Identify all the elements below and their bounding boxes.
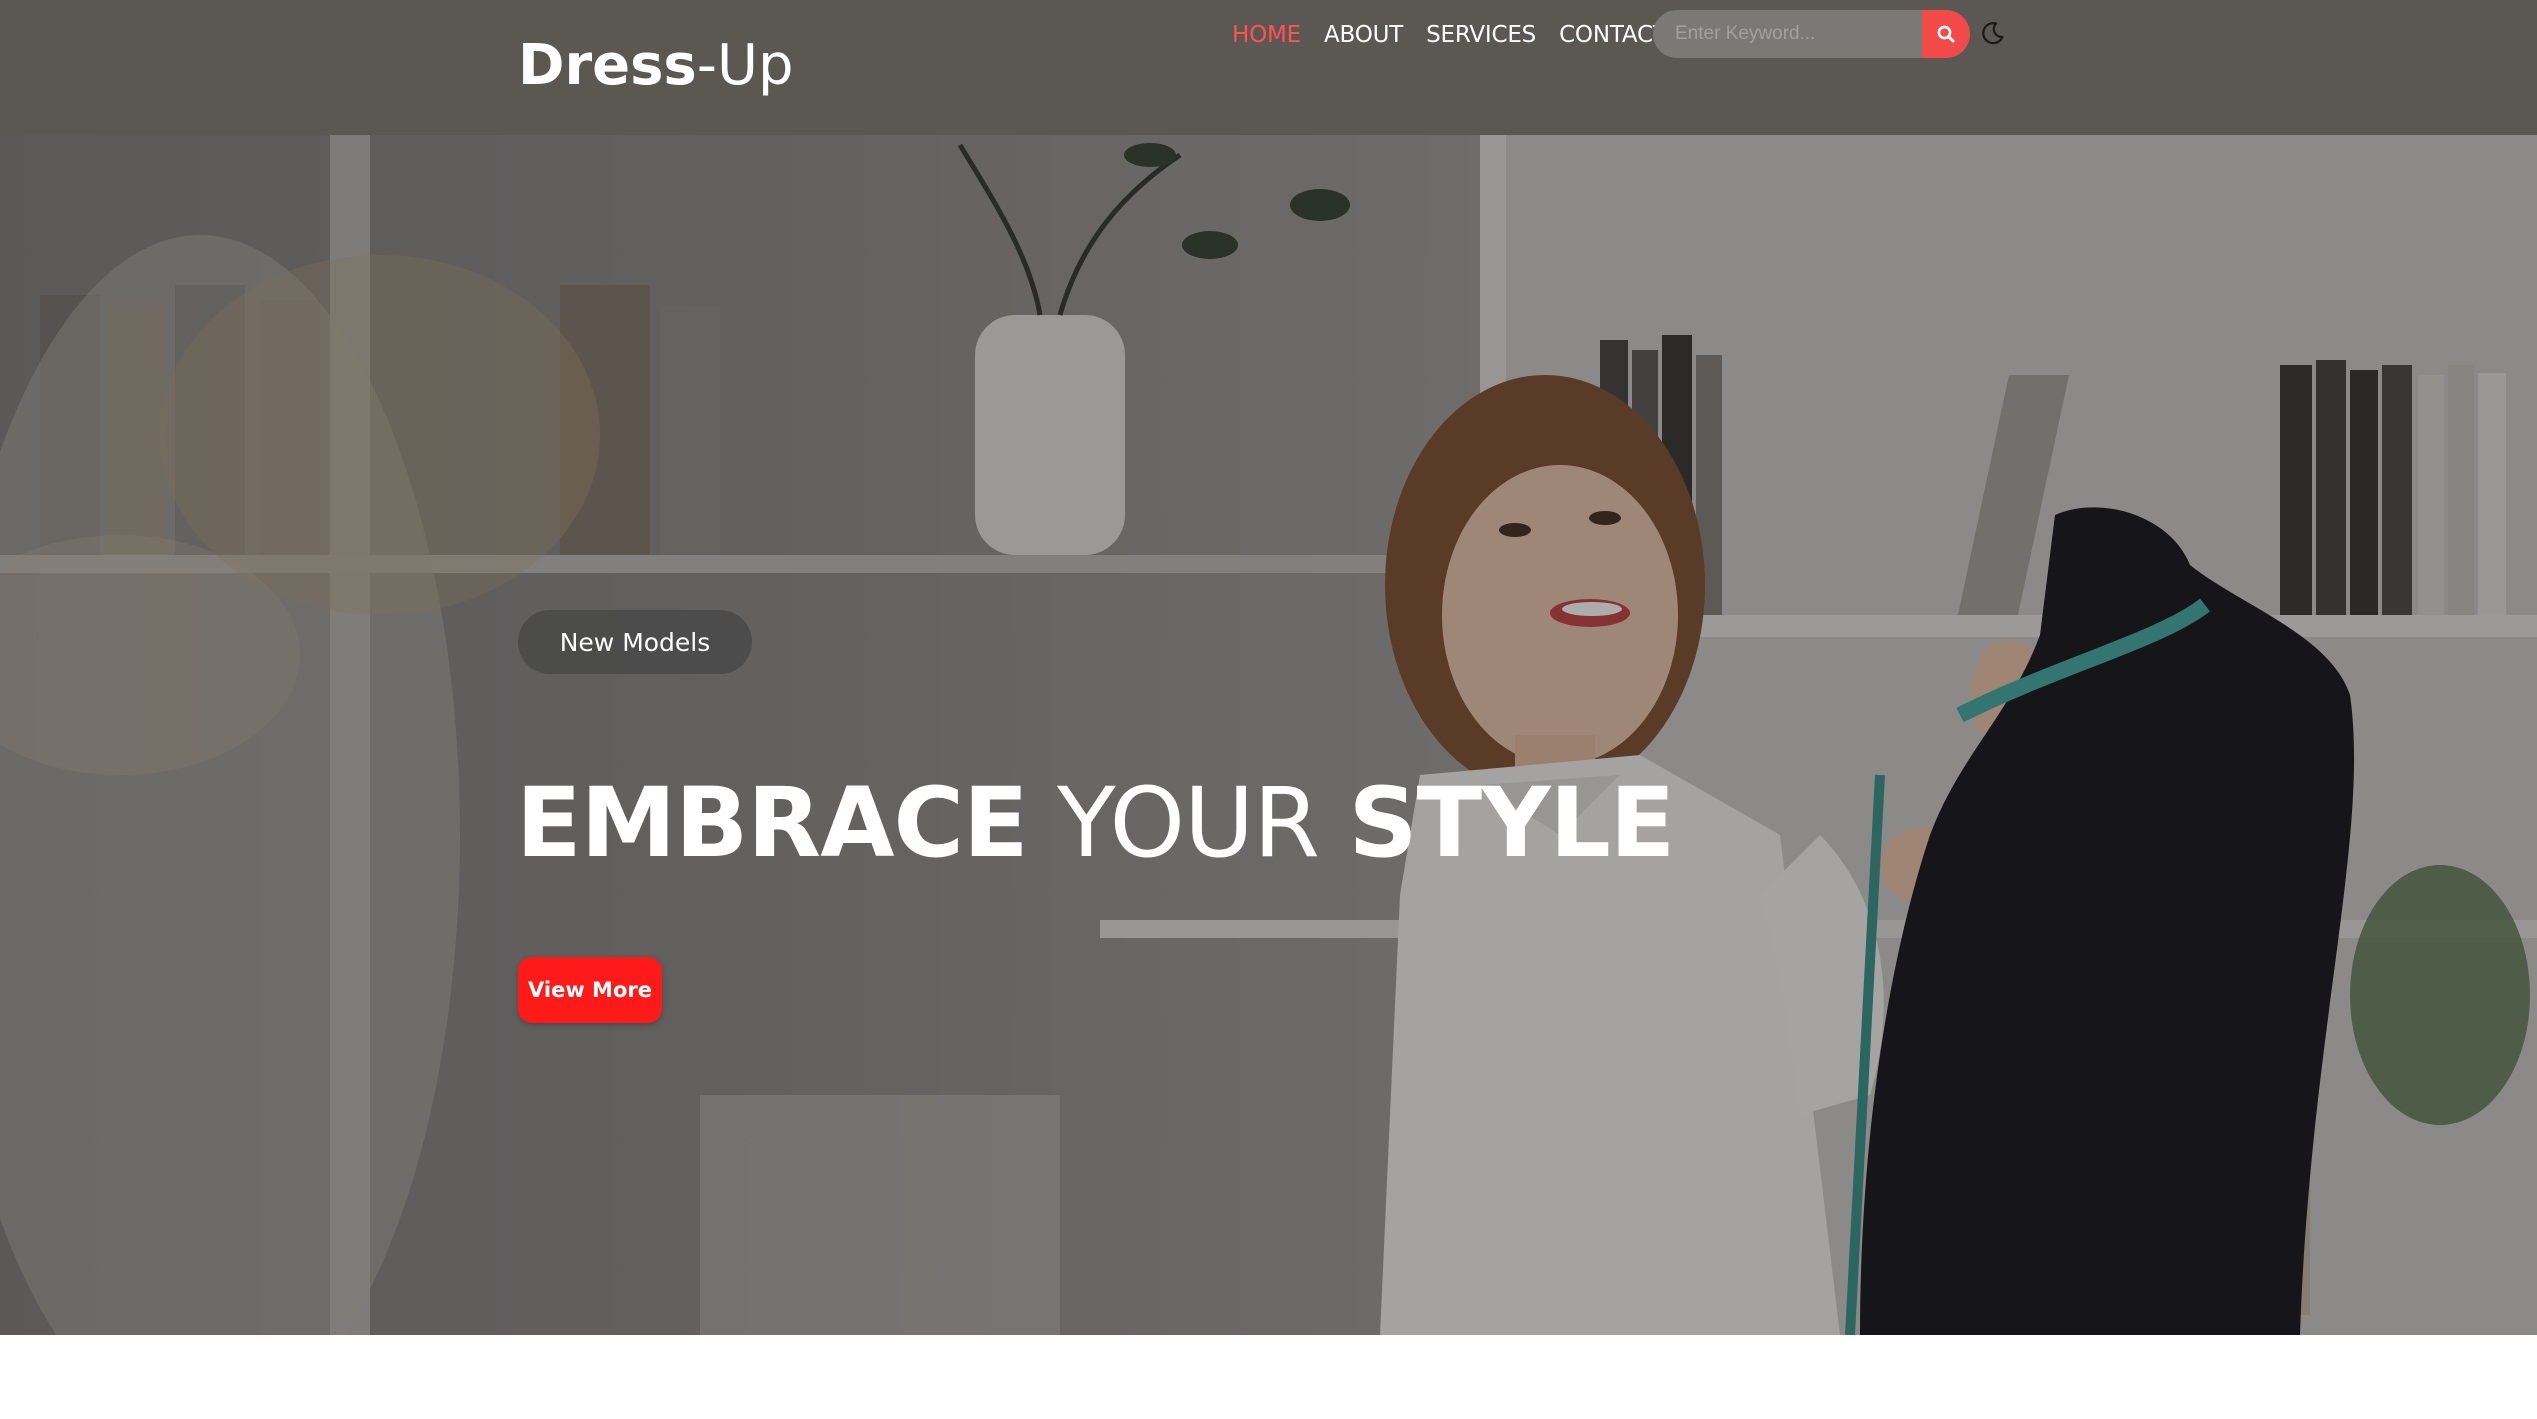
headline-word-style: STYLE (1348, 767, 1675, 879)
brand-name-bold: Dress (518, 33, 697, 98)
nav-home[interactable]: HOME (1232, 22, 1301, 48)
nav-contact[interactable]: CONTACT (1559, 22, 1667, 48)
search-icon (1937, 25, 1955, 43)
nav-about[interactable]: ABOUT (1324, 22, 1403, 48)
search-button[interactable] (1922, 10, 1970, 58)
headline-word-embrace: EMBRACE (516, 767, 1029, 879)
hero-overlay (0, 135, 2537, 1335)
hero-headline: EMBRACE YOUR STYLE (516, 763, 1675, 883)
search-box (1653, 10, 1970, 58)
search-input[interactable] (1653, 10, 1923, 58)
site-header: Dress-Up HOME ABOUT SERVICES CONTACT (0, 0, 2537, 135)
theme-toggle[interactable] (1980, 20, 2006, 46)
headline-word-your: YOUR (1027, 767, 1349, 879)
next-section (0, 1335, 2537, 1419)
nav-services[interactable]: SERVICES (1426, 22, 1536, 48)
main-nav: HOME ABOUT SERVICES CONTACT (1232, 18, 1690, 52)
hero-section: New Models EMBRACE YOUR STYLE View More (0, 135, 2537, 1335)
new-models-badge: New Models (518, 610, 752, 674)
moon-icon (1982, 22, 2004, 45)
view-more-button[interactable]: View More (518, 957, 662, 1023)
brand-logo[interactable]: Dress-Up (518, 30, 794, 102)
brand-name-light: -Up (696, 33, 794, 98)
